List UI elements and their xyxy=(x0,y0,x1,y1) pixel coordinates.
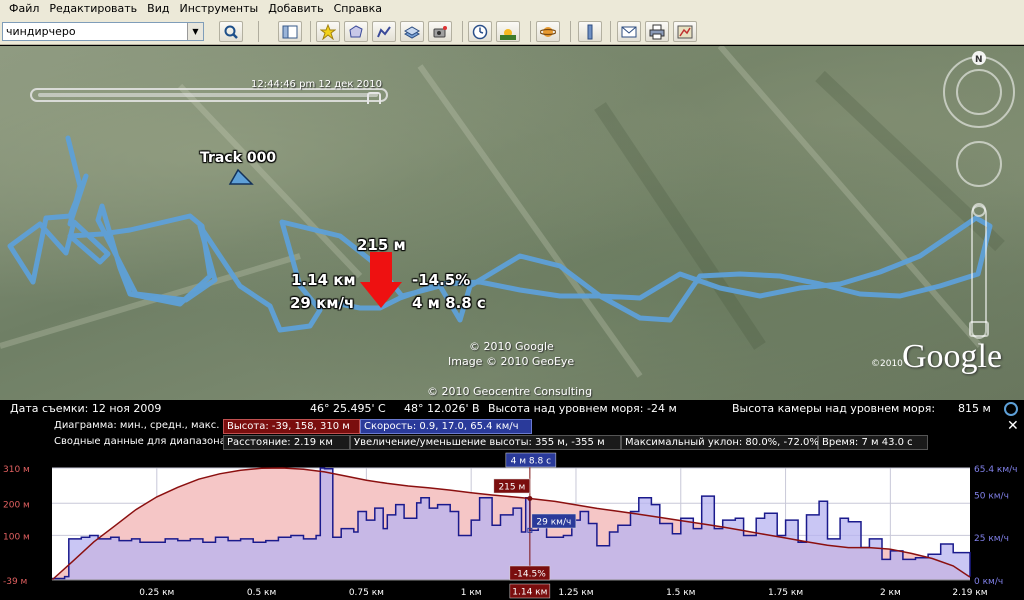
menu-view[interactable]: Вид xyxy=(142,0,174,18)
menu-help[interactable]: Справка xyxy=(329,0,387,18)
cursor-time-label: 4 м 8.8 с xyxy=(412,294,486,312)
status-bar: Дата съемки: 12 ноя 2009 46° 25.495' С 4… xyxy=(0,400,1024,417)
x-tick-label: 1.75 км xyxy=(768,588,803,598)
longitude: 48° 12.026' В xyxy=(404,402,480,415)
compass-north: N xyxy=(975,55,983,65)
cursor-distance-badge: 1.14 км xyxy=(512,588,547,598)
overlay-icon xyxy=(404,25,420,39)
y-right-tick-label: 0 км/ч xyxy=(974,577,1003,587)
cursor-speed-badge: 29 км/ч xyxy=(536,518,571,528)
planet-button[interactable] xyxy=(536,21,560,42)
elevation-chart[interactable]: 0.25 км 0.5 км 0.75 км 1 км 1.25 км 1.5 км 1.7… xyxy=(0,417,1024,600)
toolbar: ▼ xyxy=(0,18,1024,45)
tour-icon xyxy=(433,25,447,37)
menu-tools[interactable]: Инструменты xyxy=(174,0,263,18)
x-tick-label: 1 км xyxy=(461,588,482,598)
cursor-elevation-label: 215 м xyxy=(357,236,406,254)
cursor-elevation-point xyxy=(527,495,533,501)
tour-button[interactable] xyxy=(428,21,452,42)
cursor-elevation-badge: 215 м xyxy=(498,483,525,493)
y-left-tick-label: -39 м xyxy=(3,577,27,587)
x-tick-label: 0.75 км xyxy=(349,588,384,598)
ruler-button[interactable] xyxy=(578,21,602,42)
search-icon xyxy=(224,25,238,39)
historical-imagery-button[interactable] xyxy=(468,21,492,42)
chevron-down-icon[interactable]: ▼ xyxy=(187,23,203,40)
polygon-icon xyxy=(349,24,363,37)
track-name-label[interactable]: Track 000 xyxy=(200,150,276,166)
search-input[interactable] xyxy=(3,23,187,40)
cursor-distance-label: 1.14 км xyxy=(291,271,356,289)
streaming-icon xyxy=(1004,402,1018,416)
x-tick-label: 1.25 км xyxy=(558,588,593,598)
x-tick-label: 0.5 км xyxy=(247,588,276,598)
elevation-sea-level: Высота над уровнем моря: -24 м xyxy=(488,402,677,415)
path-icon xyxy=(377,25,391,37)
path-button[interactable] xyxy=(372,21,396,42)
email-button[interactable] xyxy=(617,21,641,42)
y-left-tick-label: 100 м xyxy=(3,532,30,542)
menu-file[interactable]: Файл xyxy=(4,0,44,18)
track-start-marker[interactable] xyxy=(228,168,254,185)
cursor-slope-label: -14.5% xyxy=(412,271,471,289)
x-tick-label: 2.19 км xyxy=(952,588,987,598)
menu-add[interactable]: Добавить xyxy=(263,0,328,18)
cursor-time-badge: 4 м 8.8 с xyxy=(511,457,551,467)
map-view[interactable]: N 12:44:46 pm 12 дек 2010 Track 000 215 … xyxy=(0,46,1024,400)
overlay-button[interactable] xyxy=(400,21,424,42)
cursor-slope-badge: -14.5% xyxy=(514,570,546,580)
search-button[interactable] xyxy=(219,21,243,42)
ruler-icon xyxy=(587,24,593,39)
y-right-tick-label: 50 км/ч xyxy=(974,491,1009,501)
capture-date: Дата съемки: 12 ноя 2009 xyxy=(10,402,162,415)
menu-edit[interactable]: Редактировать xyxy=(44,0,142,18)
placemark-icon xyxy=(320,23,336,40)
polygon-button[interactable] xyxy=(344,21,368,42)
cursor-speed-label: 29 км/ч xyxy=(290,294,355,312)
view-in-maps-button[interactable] xyxy=(673,21,697,42)
print-button[interactable] xyxy=(645,21,669,42)
latitude: 46° 25.495' С xyxy=(310,402,386,415)
x-tick-label: 0.25 км xyxy=(139,588,174,598)
sidebar-button[interactable] xyxy=(278,21,302,42)
google-year: ©2010 xyxy=(871,359,903,369)
copyright-google: © 2010 Google xyxy=(469,340,554,353)
track-path[interactable] xyxy=(7,135,993,333)
sun-icon xyxy=(500,28,516,40)
camera-altitude-label: Высота камеры над уровнем моря: xyxy=(732,402,936,415)
sidebar-icon xyxy=(282,25,298,38)
time-slider-label: 12:44:46 pm 12 дек 2010 xyxy=(251,79,382,90)
y-right-tick-label: 65.4 км/ч xyxy=(974,465,1017,475)
menu-bar: Файл Редактировать Вид Инструменты Добав… xyxy=(0,0,1024,18)
y-left-tick-label: 200 м xyxy=(3,500,30,510)
x-tick-label: 2 км xyxy=(880,588,901,598)
y-right-tick-label: 25 км/ч xyxy=(974,534,1009,544)
clock-icon xyxy=(472,24,488,39)
google-logo: Google xyxy=(902,338,1003,375)
camera-altitude-value: 815 м xyxy=(958,402,991,415)
y-left-tick-label: 310 м xyxy=(3,465,30,475)
x-tick-label: 1.5 км xyxy=(666,588,695,598)
print-icon xyxy=(649,24,665,39)
copyright-geoeye: Image © 2010 GeoEye xyxy=(448,355,575,368)
placemark-button[interactable] xyxy=(316,21,340,42)
email-icon xyxy=(621,26,637,37)
sunlight-button[interactable] xyxy=(496,21,520,42)
copyright-geocentre: © 2010 Geocentre Consulting xyxy=(427,385,593,398)
planet-icon xyxy=(540,26,556,37)
map-view-icon xyxy=(677,25,693,38)
search-combobox[interactable]: ▼ xyxy=(2,22,204,41)
